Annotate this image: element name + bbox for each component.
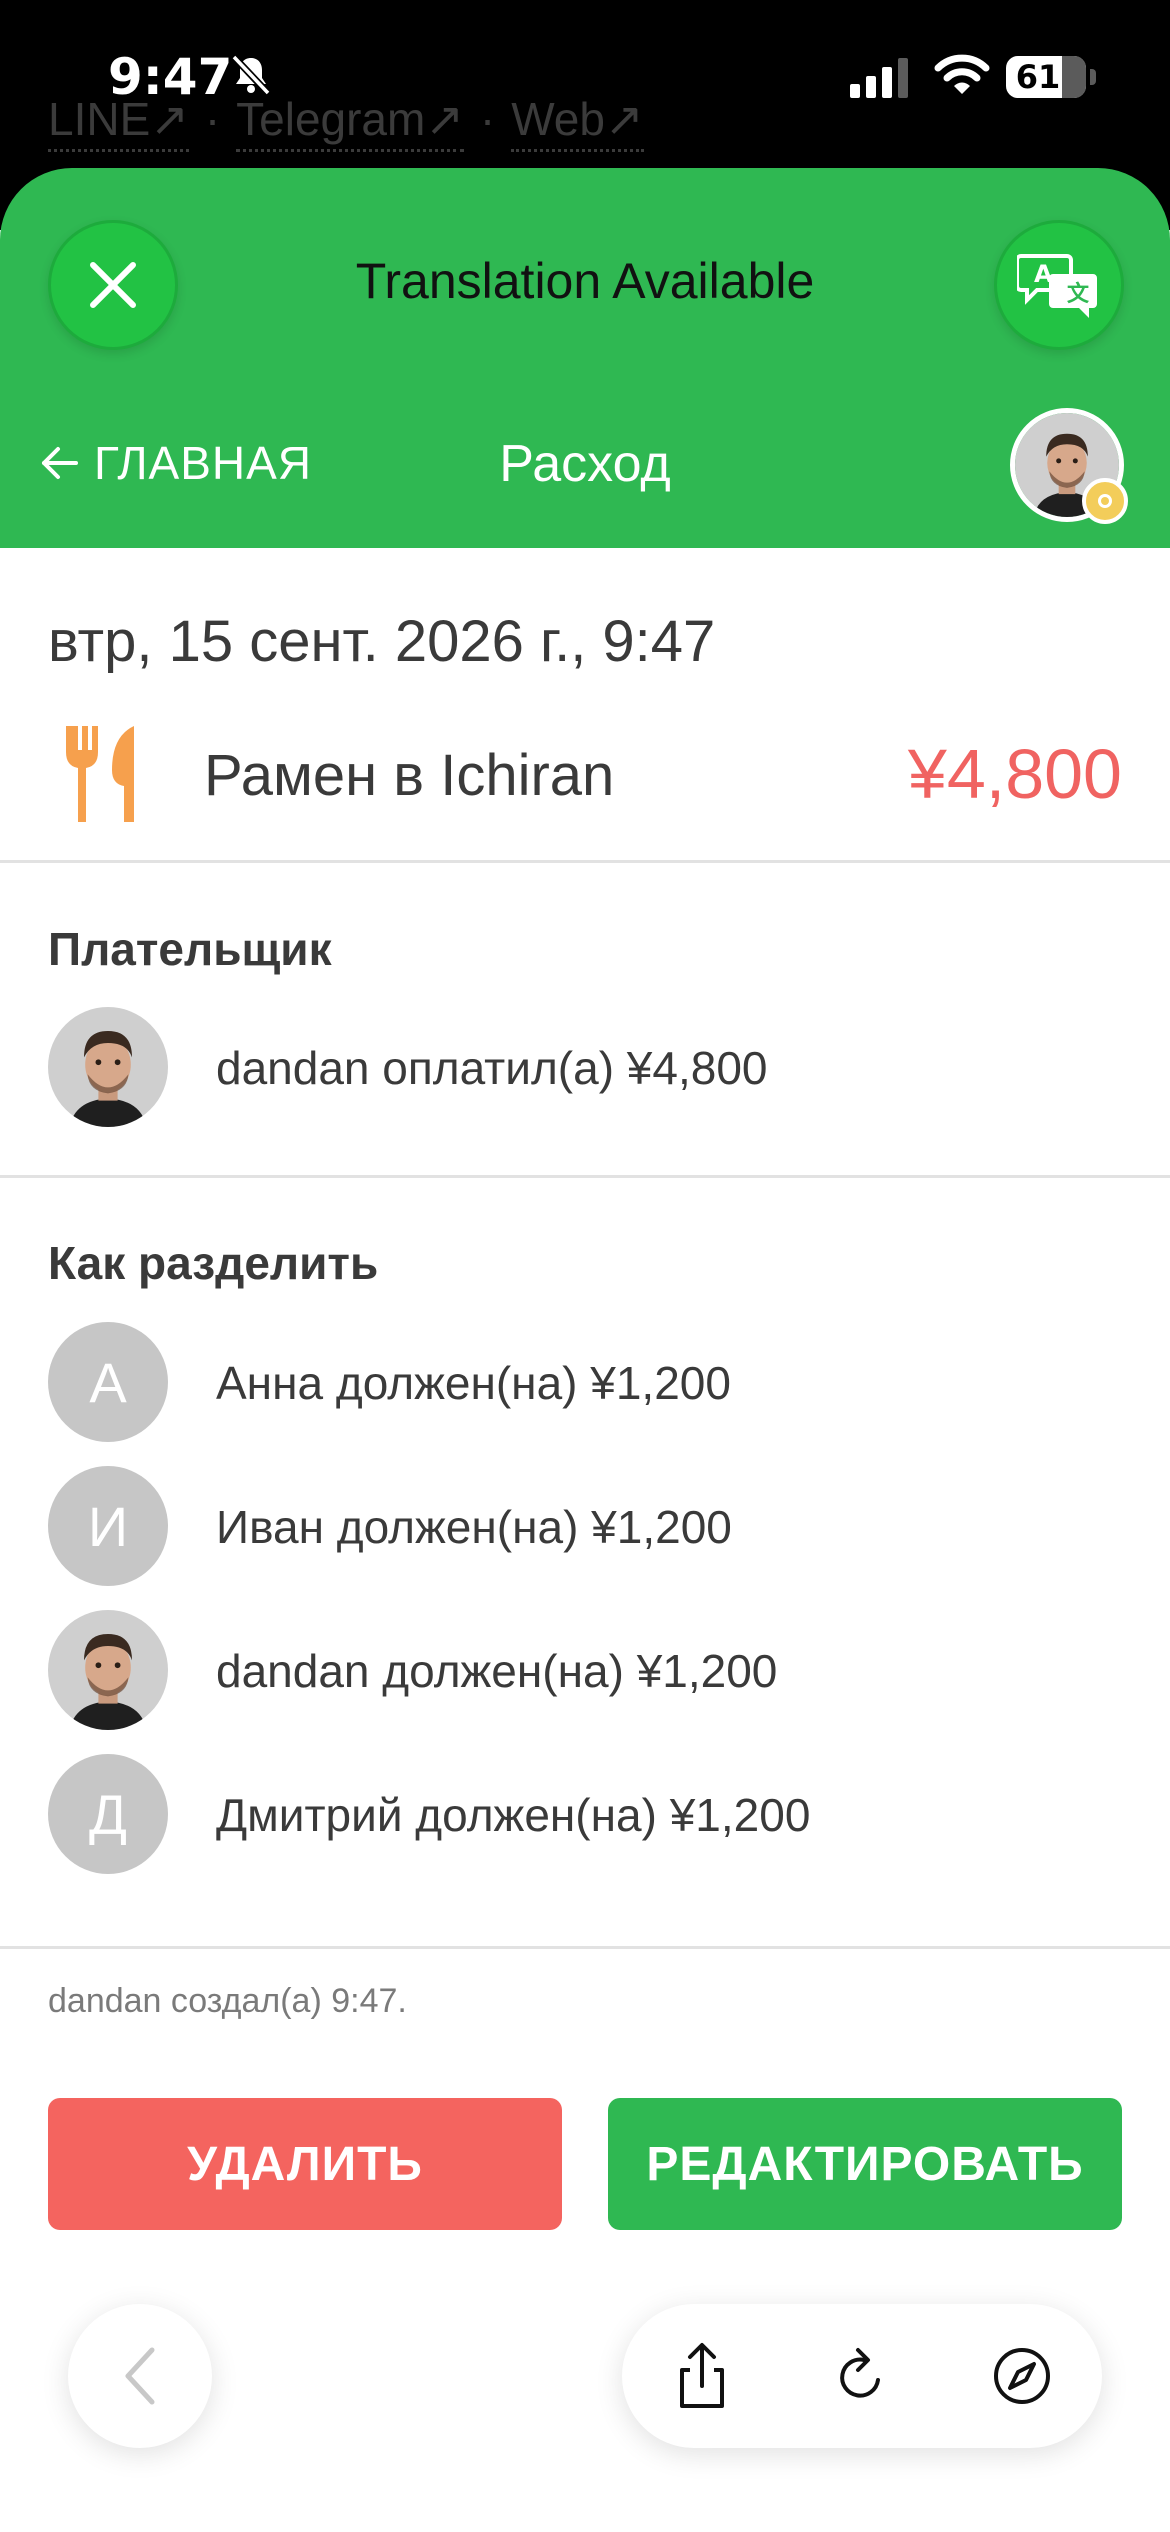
payer-row: dandan оплатил(а) ¥4,800 bbox=[48, 1007, 1128, 1127]
list-item: dandan должен(на) ¥1,200 bbox=[48, 1610, 1128, 1730]
page-title: Расход bbox=[499, 435, 671, 493]
avatar bbox=[48, 1610, 168, 1730]
delete-button[interactable]: УДАЛИТЬ bbox=[48, 2098, 562, 2230]
share-icon[interactable] bbox=[666, 2340, 738, 2412]
avatar-photo bbox=[48, 1007, 168, 1127]
chevron-left-icon bbox=[125, 2347, 155, 2405]
created-note: dandan создал(а) 9:47. bbox=[48, 1982, 407, 2020]
header-sheet: Translation Available A 文 ГЛАВНАЯ Расход bbox=[0, 168, 1170, 548]
avatar bbox=[48, 1007, 168, 1127]
split-text: Дмитрий должен(на) ¥1,200 bbox=[216, 1789, 811, 1841]
expense-date: втр, 15 сент. 2026 г., 9:47 bbox=[48, 609, 716, 674]
fork-knife-icon bbox=[66, 726, 134, 822]
divider bbox=[0, 1946, 1170, 1949]
battery-level: 61 bbox=[1015, 58, 1061, 96]
divider bbox=[0, 860, 1170, 863]
messenger-links: LINE↗ · Telegram↗ · Web↗ bbox=[48, 92, 644, 152]
web-link[interactable]: Web↗ bbox=[511, 93, 644, 152]
payer-text: dandan оплатил(а) ¥4,800 bbox=[216, 1042, 768, 1094]
translate-icon: A 文 bbox=[1017, 254, 1097, 318]
avatar: И bbox=[48, 1466, 168, 1586]
split-text: dandan должен(на) ¥1,200 bbox=[216, 1645, 778, 1697]
translate-button[interactable]: A 文 bbox=[994, 220, 1124, 350]
compass-icon[interactable] bbox=[986, 2340, 1058, 2412]
wifi-icon bbox=[934, 54, 990, 94]
expense-amount: ¥4,800 bbox=[907, 735, 1122, 813]
avatar: А bbox=[48, 1322, 168, 1442]
list-item: Д Дмитрий должен(на) ¥1,200 bbox=[48, 1754, 1128, 1874]
split-section-title: Как разделить bbox=[48, 1237, 379, 1289]
battery-indicator: 61 bbox=[1006, 56, 1086, 98]
line-link[interactable]: LINE↗ bbox=[48, 93, 189, 152]
cellular-signal-icon bbox=[850, 58, 908, 98]
list-item: А Анна должен(на) ¥1,200 bbox=[48, 1322, 1128, 1442]
edit-button[interactable]: РЕДАКТИРОВАТЬ bbox=[608, 2098, 1122, 2230]
star-badge-icon bbox=[1082, 478, 1128, 524]
avatar: Д bbox=[48, 1754, 168, 1874]
expense-name: Рамен в Ichiran bbox=[204, 743, 615, 808]
browser-toolbar bbox=[622, 2304, 1102, 2448]
divider bbox=[0, 1175, 1170, 1178]
split-text: Иван должен(на) ¥1,200 bbox=[216, 1501, 732, 1553]
browser-back-button[interactable] bbox=[68, 2304, 212, 2448]
list-item: И Иван должен(на) ¥1,200 bbox=[48, 1466, 1128, 1586]
avatar-photo bbox=[48, 1610, 168, 1730]
svg-text:文: 文 bbox=[1067, 281, 1090, 307]
split-text: Анна должен(на) ¥1,200 bbox=[216, 1357, 731, 1409]
reload-icon[interactable] bbox=[826, 2340, 898, 2412]
payer-section-title: Плательщик bbox=[48, 923, 332, 975]
telegram-link[interactable]: Telegram↗ bbox=[236, 93, 464, 152]
